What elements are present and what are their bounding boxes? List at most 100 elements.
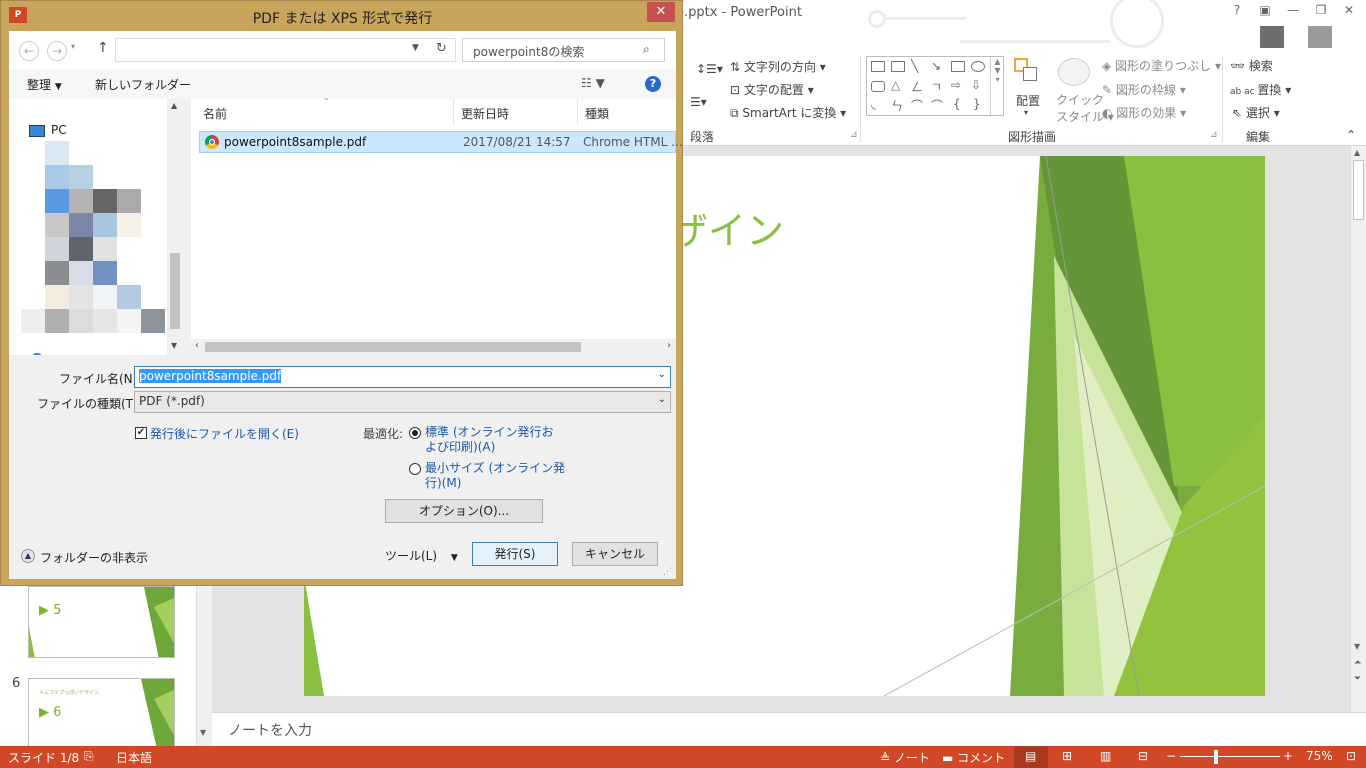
refresh-icon[interactable]: ↻ — [436, 41, 447, 56]
opt-min-radio[interactable] — [409, 463, 421, 475]
brace-shape-icon[interactable]: { — [953, 97, 961, 111]
arc-shape-icon[interactable]: ⌒ — [911, 97, 923, 114]
text-align-button[interactable]: ⊡ 文字の配置 ▾ — [730, 81, 814, 98]
close-icon[interactable]: ✕ — [1338, 3, 1360, 21]
slide-counter[interactable]: スライド 1/8 — [8, 749, 79, 766]
slide-thumbnail-6[interactable]: キムワイプっぽいデザイン ▶ 6 — [28, 678, 175, 748]
zoom-in-icon[interactable]: + — [1283, 749, 1293, 763]
chevron-up-icon[interactable]: ▲ — [21, 549, 35, 563]
column-header-date[interactable]: 更新日時 — [461, 105, 509, 122]
arc-shape-icon[interactable]: ⌒ — [931, 97, 943, 114]
connector-shape-icon[interactable]: ㄥ — [911, 78, 923, 95]
forward-button[interactable]: → — [47, 41, 67, 61]
spellcheck-icon[interactable]: ⎘ — [84, 749, 94, 764]
text-direction-button[interactable]: ⇅ 文字列の方向 ▾ — [730, 58, 826, 75]
collapse-ribbon-icon[interactable]: ⌃ — [1346, 128, 1356, 142]
scroll-down-icon[interactable]: ▼ — [1354, 642, 1360, 651]
columns-icon[interactable]: ☰▾ — [690, 95, 707, 109]
zoom-slider-thumb[interactable] — [1214, 750, 1218, 764]
brace-shape-icon[interactable]: } — [973, 97, 981, 111]
slideshow-icon[interactable]: ⊟ — [1138, 749, 1148, 763]
next-slide-icon[interactable]: ⏷ — [1354, 674, 1361, 684]
normal-view-button[interactable]: ▤ — [1014, 746, 1048, 768]
connector-shape-icon[interactable]: ㄱ — [931, 78, 942, 95]
language-indicator[interactable]: 日本語 — [116, 749, 152, 766]
file-row[interactable]: powerpoint8sample.pdf 2017/08/21 14:57 C… — [199, 131, 683, 153]
shape-gallery[interactable]: ╲ ↘ △ ㄥ ㄱ ⇨ ⇩ ◟ ㄣ ⌒ ⌒ { } ▲ ▼ ▾ — [866, 56, 1004, 116]
shape-fill-button[interactable]: ◈ 図形の塗りつぶし ▾ — [1102, 57, 1221, 74]
search-box[interactable]: powerpoint8の検索 ⌕ — [462, 38, 665, 62]
right-arrow-shape-icon[interactable]: ⇨ — [951, 78, 961, 92]
account-avatar[interactable] — [1308, 26, 1332, 48]
filetype-select[interactable]: PDF (*.pdf) ⌄ — [134, 391, 671, 413]
rounded-rect-shape-icon[interactable] — [871, 81, 885, 92]
select-button[interactable]: ⇖ 選択 ▾ — [1232, 104, 1280, 121]
arrange-button[interactable]: 配置 — [1016, 92, 1040, 109]
dialog-close-button[interactable]: ✕ — [647, 2, 675, 22]
cancel-button[interactable]: キャンセル — [572, 542, 658, 566]
slide-sorter-icon[interactable]: ⊞ — [1062, 749, 1072, 763]
nav-item-pc[interactable]: PC — [51, 123, 67, 137]
address-input[interactable]: ▼ ↻ — [115, 38, 456, 62]
scroll-thumb[interactable] — [1353, 160, 1364, 220]
account-avatar[interactable] — [1260, 26, 1284, 48]
notes-pane[interactable]: ノートを入力 — [212, 712, 1366, 746]
column-header-type[interactable]: 種類 — [585, 105, 609, 122]
file-list-hscrollbar[interactable]: ‹ › — [191, 339, 676, 355]
search-input[interactable]: powerpoint8の検索 — [473, 43, 584, 60]
textbox-shape-icon[interactable] — [891, 61, 905, 72]
filename-input[interactable]: powerpoint8sample.pdf ⌄ — [134, 366, 671, 388]
chevron-down-icon[interactable]: ⌄ — [658, 394, 666, 405]
line-spacing-icon[interactable]: ↕☰▾ — [696, 62, 723, 76]
slide-title[interactable]: ザイン — [670, 200, 784, 255]
opt-min-label[interactable]: 最小サイズ (オンライン発 行)(M) — [425, 461, 565, 491]
chevron-down-icon[interactable]: ⌄ — [658, 369, 666, 380]
column-header-name[interactable]: 名前 — [203, 105, 227, 122]
find-button[interactable]: 👓 検索 — [1230, 57, 1273, 74]
new-folder-button[interactable]: 新しいフォルダー — [95, 76, 191, 93]
scroll-right-icon[interactable]: › — [667, 340, 671, 351]
tools-button[interactable]: ツール(L) ▼ — [385, 547, 458, 564]
hide-folders-button[interactable]: フォルダーの非表示 — [40, 549, 148, 566]
shape-outline-button[interactable]: ✎ 図形の枠線 ▾ — [1102, 81, 1186, 98]
arrow-shape-icon[interactable]: ↘ — [931, 59, 941, 73]
chevron-down-icon[interactable]: ▼ — [412, 43, 419, 53]
scroll-up-icon[interactable]: ▲ — [171, 101, 177, 110]
fit-slide-icon[interactable]: ⊡ — [1346, 749, 1356, 763]
organize-button[interactable]: 整理 ▼ — [27, 76, 62, 93]
nav-pane-scrollbar[interactable]: ▲ ▼ — [167, 99, 183, 355]
column-separator[interactable] — [577, 99, 578, 125]
scroll-down-icon[interactable]: ▼ — [171, 341, 177, 350]
notes-toggle[interactable]: ≜ ノート — [880, 749, 930, 766]
oval-shape-icon[interactable] — [971, 61, 985, 72]
opt-standard-label[interactable]: 標準 (オンライン発行お よび印刷)(A) — [425, 425, 554, 455]
line-shape-icon[interactable]: ╲ — [911, 59, 918, 73]
group-launcher-icon[interactable]: ⊿ — [1210, 130, 1218, 140]
opt-standard-radio[interactable] — [409, 427, 421, 439]
zoom-slider-track[interactable] — [1180, 756, 1280, 757]
view-options-icon[interactable]: ☷ ▼ — [581, 76, 605, 90]
previous-slide-icon[interactable]: ⏶ — [1354, 658, 1361, 668]
scroll-thumb[interactable] — [170, 253, 180, 329]
rectangle-shape-icon[interactable] — [951, 61, 965, 72]
help-icon[interactable]: ? — [1226, 3, 1248, 21]
back-button[interactable]: ← — [19, 41, 39, 61]
scroll-up-icon[interactable]: ▲ — [1354, 148, 1360, 157]
curve-shape-icon[interactable]: ◟ — [871, 97, 876, 111]
smartart-button[interactable]: ⧉ SmartArt に変換 ▾ — [730, 104, 846, 121]
replace-button[interactable]: ab ac 置換 ▾ — [1230, 81, 1291, 98]
slide-scrollbar[interactable]: ▲ ▼ ⏶ ⏷ — [1350, 146, 1366, 712]
open-after-checkbox[interactable]: ✔ — [135, 427, 147, 439]
zoom-level[interactable]: 75% — [1306, 749, 1333, 763]
reading-view-icon[interactable]: ▥ — [1100, 749, 1111, 763]
recent-locations-icon[interactable]: ▾ — [71, 42, 75, 51]
column-separator[interactable] — [453, 99, 454, 125]
textbox-shape-icon[interactable] — [871, 61, 885, 72]
search-icon[interactable]: ⌕ — [643, 42, 650, 57]
scroll-down-icon[interactable]: ▼ — [200, 728, 206, 737]
gallery-scroll[interactable]: ▲ ▼ ▾ — [990, 57, 1004, 115]
down-arrow-shape-icon[interactable]: ⇩ — [971, 78, 981, 92]
open-after-label[interactable]: 発行後にファイルを開く(E) — [150, 425, 299, 442]
options-button[interactable]: オプション(O)... — [385, 499, 543, 523]
scroll-thumb[interactable] — [205, 342, 581, 352]
